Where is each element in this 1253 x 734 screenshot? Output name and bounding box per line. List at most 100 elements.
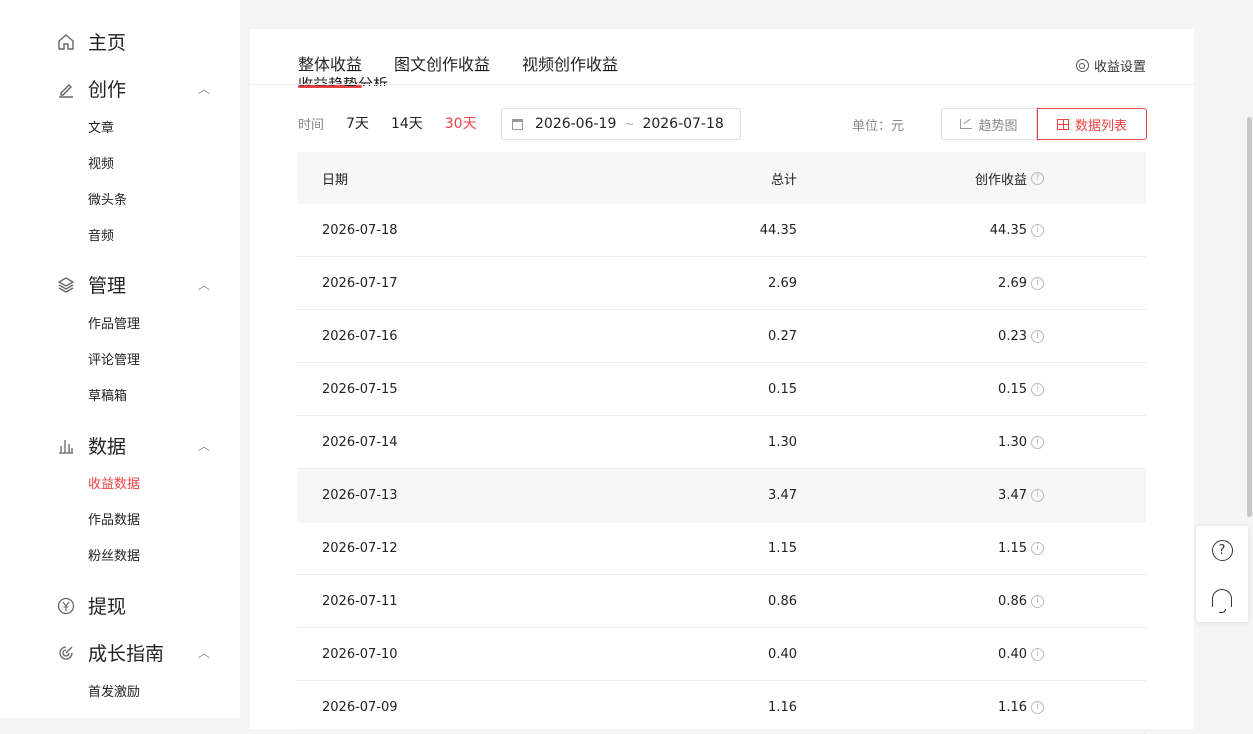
nav-withdraw[interactable]: 提现 — [56, 592, 216, 619]
support-button[interactable] — [1196, 574, 1248, 622]
income-settings-link[interactable]: 收益设置 — [1075, 56, 1146, 75]
cell-total: 0.27 — [768, 328, 797, 344]
cell-income: 0.23 i — [797, 329, 1044, 344]
sidebar-item-first-publish[interactable]: 首发激励 — [88, 681, 140, 700]
cell-income-value: 2.69 — [998, 275, 1027, 291]
cell-total: 3.47 — [768, 487, 797, 503]
info-icon[interactable]: i — [1031, 276, 1044, 290]
date-end: 2026-07-18 — [642, 116, 724, 132]
date-range-picker[interactable]: 2026-06-19 ~ 2026-07-18 — [501, 108, 741, 140]
trend-icon — [960, 119, 973, 129]
trend-chart-button[interactable]: 趋势图 — [941, 108, 1037, 140]
cell-income-value: 44.35 — [989, 222, 1027, 238]
tab-divider — [250, 84, 1194, 85]
info-icon[interactable]: i — [1031, 435, 1044, 449]
filter-30d[interactable]: 30天 — [445, 113, 477, 133]
growth-icon — [56, 643, 76, 663]
headset-icon — [1212, 589, 1232, 613]
cell-total: 0.86 — [768, 593, 797, 609]
table-row: 2026-07-14 1.30 1.30 i — [297, 416, 1146, 469]
sidebar-item-works-data[interactable]: 作品数据 — [88, 509, 140, 528]
tab-video-income[interactable]: 视频创作收益 — [522, 51, 618, 83]
table-body: 2026-07-18 44.35 44.35 i 2026-07-17 2.69 2.69 i… — [297, 204, 1146, 734]
cell-income-value: 0.40 — [998, 646, 1027, 662]
cell-total: 44.35 — [759, 222, 797, 238]
nav-data[interactable]: 数据 ︿ — [56, 432, 216, 459]
sidebar-item-drafts[interactable]: 草稿箱 — [88, 385, 127, 404]
cell-date: 2026-07-16 — [322, 328, 398, 344]
table-row: 2026-07-10 0.40 0.40 i — [297, 628, 1146, 681]
settings-icon — [1075, 59, 1089, 72]
cell-total: 1.16 — [768, 699, 797, 715]
sidebar-item-micro[interactable]: 微头条 — [88, 189, 127, 208]
nav-withdraw-label: 提现 — [88, 596, 127, 618]
chevron-up-icon[interactable]: ︿ — [198, 644, 210, 661]
sidebar-item-income-data[interactable]: 收益数据 — [88, 473, 140, 492]
nav-growth[interactable]: 成长指南 ︿ — [56, 639, 216, 666]
floating-tools: ? — [1196, 526, 1248, 622]
table-icon — [1056, 118, 1069, 130]
sidebar-item-video[interactable]: 视频 — [88, 153, 114, 172]
cell-income: 2.69 i — [797, 276, 1044, 291]
cell-income: 0.15 i — [797, 382, 1044, 397]
date-start: 2026-06-19 — [535, 116, 617, 132]
cell-income-value: 1.30 — [998, 434, 1027, 450]
nav-create[interactable]: 创作 ︿ — [56, 75, 216, 102]
nav-manage[interactable]: 管理 ︿ — [56, 271, 216, 298]
filter-7d[interactable]: 7天 — [346, 113, 369, 133]
info-icon[interactable]: i — [1031, 700, 1044, 714]
cell-income: 1.16 i — [797, 700, 1044, 715]
info-icon[interactable]: i — [1031, 223, 1044, 237]
cell-date: 2026-07-09 — [322, 699, 398, 715]
cell-date: 2026-07-13 — [322, 487, 398, 503]
table-row: 2026-07-09 1.16 1.16 i — [297, 681, 1146, 734]
cell-income-value: 1.15 — [998, 540, 1027, 556]
sidebar-item-audio[interactable]: 音频 — [88, 225, 114, 244]
pen-icon — [56, 79, 76, 99]
calendar-icon — [512, 118, 523, 130]
cell-date: 2026-07-18 — [322, 222, 398, 238]
cell-income: 1.15 i — [797, 541, 1044, 556]
cell-date: 2026-07-12 — [322, 540, 398, 556]
table-row: 2026-07-13 3.47 3.47 i — [297, 469, 1146, 522]
header-total: 总计 — [770, 172, 797, 188]
table-row: 2026-07-16 0.27 0.23 i — [297, 310, 1146, 363]
sidebar-item-comments[interactable]: 评论管理 — [88, 349, 140, 368]
chevron-up-icon[interactable]: ︿ — [198, 437, 210, 454]
help-icon[interactable]: ? — [1031, 171, 1044, 185]
cell-income-value: 0.23 — [998, 328, 1027, 344]
sidebar-item-works[interactable]: 作品管理 — [88, 313, 140, 332]
info-icon[interactable]: i — [1031, 382, 1044, 396]
chevron-up-icon[interactable]: ︿ — [198, 80, 210, 97]
date-separator: ~ — [624, 117, 635, 131]
table-row: 2026-07-15 0.15 0.15 i — [297, 363, 1146, 416]
cell-date: 2026-07-10 — [322, 646, 398, 662]
table-row: 2026-07-11 0.86 0.86 i — [297, 575, 1146, 628]
time-filter: 时间 7天 14天 30天 — [298, 113, 499, 133]
header-income: 创作收益 ? — [797, 169, 1044, 188]
nav-create-label: 创作 — [88, 79, 127, 101]
filter-14d[interactable]: 14天 — [391, 113, 423, 133]
data-list-label: 数据列表 — [1074, 118, 1127, 134]
income-settings-label: 收益设置 — [1093, 60, 1146, 75]
data-list-button[interactable]: 数据列表 — [1037, 108, 1147, 140]
info-icon[interactable]: i — [1031, 594, 1044, 608]
view-toggle: 趋势图 数据列表 — [941, 108, 1147, 140]
chevron-up-icon[interactable]: ︿ — [198, 276, 210, 293]
time-label: 时间 — [298, 117, 325, 133]
question-icon: ? — [1211, 539, 1233, 561]
scrollbar[interactable] — [1247, 117, 1252, 517]
info-icon[interactable]: i — [1031, 488, 1044, 502]
cell-income: 0.86 i — [797, 594, 1044, 609]
info-icon[interactable]: i — [1031, 647, 1044, 661]
info-icon[interactable]: i — [1031, 329, 1044, 343]
nav-home[interactable]: 主页 — [56, 28, 216, 55]
cell-total: 1.30 — [768, 434, 797, 450]
info-icon[interactable]: i — [1031, 541, 1044, 555]
unit-label: 单位：元 — [852, 119, 905, 134]
sidebar-item-fans-data[interactable]: 粉丝数据 — [88, 545, 140, 564]
tab-article-income[interactable]: 图文创作收益 — [394, 51, 490, 83]
help-button[interactable]: ? — [1196, 526, 1248, 574]
table-row: 2026-07-12 1.15 1.15 i — [297, 522, 1146, 575]
sidebar-item-article[interactable]: 文章 — [88, 117, 114, 136]
